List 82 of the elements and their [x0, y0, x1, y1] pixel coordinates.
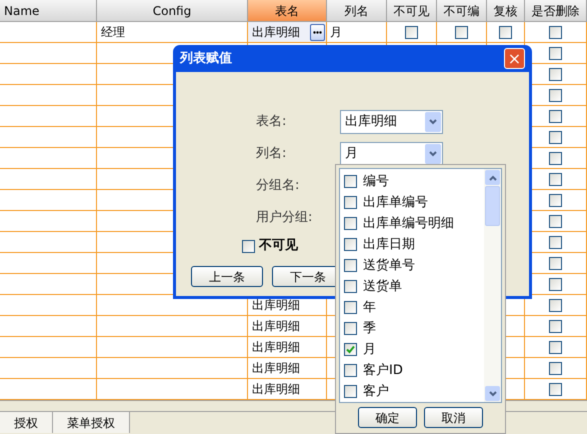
column-header[interactable]: Config: [97, 0, 248, 22]
checkbox[interactable]: [344, 175, 357, 188]
checkbox[interactable]: [405, 26, 418, 38]
checkbox[interactable]: [549, 130, 562, 144]
combo-box[interactable]: 出库明细: [340, 110, 443, 134]
checkbox[interactable]: [549, 320, 562, 332]
cell-text: 出库明细: [252, 297, 300, 314]
ellipsis-button[interactable]: [310, 24, 325, 40]
close-button[interactable]: ×: [504, 48, 525, 69]
checkbox[interactable]: [455, 26, 468, 38]
list-item[interactable]: 送货单号: [363, 256, 415, 276]
checkbox[interactable]: [242, 240, 255, 252]
dialog-button[interactable]: 上一条: [191, 266, 263, 287]
checkbox[interactable]: [549, 88, 562, 102]
checkbox[interactable]: [549, 298, 562, 312]
checkbox[interactable]: [549, 214, 562, 228]
tab[interactable]: 授权: [0, 412, 53, 433]
checkbox[interactable]: [344, 364, 357, 377]
checkbox[interactable]: [344, 238, 357, 251]
cell-text: 出库明细: [252, 318, 300, 335]
column-header[interactable]: Name: [0, 0, 97, 22]
cell-text: 出库明细: [252, 24, 300, 41]
checkbox[interactable]: [549, 152, 562, 164]
column-header[interactable]: 是否删除: [525, 0, 587, 22]
checkbox[interactable]: [344, 196, 357, 209]
combo-box[interactable]: 月: [340, 142, 443, 166]
list-item[interactable]: 月: [363, 340, 376, 360]
table-cell: 月: [327, 22, 387, 43]
checkbox[interactable]: [549, 68, 562, 80]
list-item[interactable]: 编号: [363, 172, 389, 192]
list-item[interactable]: 出库日期: [363, 234, 415, 254]
cell-text: 出库明细: [252, 339, 300, 356]
dropdown-icon: [425, 144, 441, 164]
check-icon: [346, 345, 355, 354]
list-item[interactable]: 出库单编号: [363, 192, 428, 212]
field-label: 表名:: [256, 113, 288, 132]
list-item[interactable]: 季: [363, 318, 376, 338]
checkbox[interactable]: [549, 236, 562, 248]
checkbox[interactable]: [549, 172, 562, 186]
checkbox[interactable]: [344, 343, 357, 356]
cell-text: 出库明细: [252, 381, 300, 398]
scrollbar[interactable]: [484, 169, 501, 402]
list-item[interactable]: 客户: [363, 382, 389, 402]
checkbox[interactable]: [344, 301, 357, 314]
scroll-up-icon[interactable]: [485, 170, 500, 185]
list-item[interactable]: 出库单编号明细: [363, 214, 454, 234]
checkbox[interactable]: [549, 256, 562, 270]
dialog-button[interactable]: 确定: [358, 407, 417, 428]
column-header[interactable]: 不可见: [387, 0, 437, 22]
scroll-down-icon[interactable]: [485, 386, 500, 401]
ellipsis-icon: [313, 30, 322, 34]
checkbox[interactable]: [344, 259, 357, 272]
checkbox[interactable]: [549, 362, 562, 374]
column-header[interactable]: 不可编: [437, 0, 487, 22]
list-item[interactable]: 客户ID: [363, 360, 403, 380]
checkbox[interactable]: [549, 26, 562, 38]
checkbox-label: 不可见: [259, 237, 298, 256]
checkbox[interactable]: [344, 322, 357, 335]
checkbox[interactable]: [344, 385, 357, 398]
column-header[interactable]: 表名: [248, 0, 327, 22]
checkbox[interactable]: [344, 280, 357, 293]
cell-text: 出库明细: [252, 360, 300, 377]
checkbox[interactable]: [549, 278, 562, 290]
checkbox[interactable]: [549, 110, 562, 122]
list-item[interactable]: 年: [363, 298, 376, 318]
checkbox[interactable]: [549, 340, 562, 354]
field-label: 用户分组:: [256, 209, 314, 228]
tab[interactable]: 菜单授权: [53, 412, 130, 433]
checkbox[interactable]: [549, 194, 562, 206]
checkbox[interactable]: [499, 26, 512, 38]
column-header[interactable]: 列名: [327, 0, 387, 22]
list-item[interactable]: 送货单: [363, 276, 402, 296]
scroll-thumb[interactable]: [485, 186, 500, 226]
dialog-button[interactable]: 取消: [424, 407, 483, 428]
dropdown-icon: [425, 112, 441, 132]
field-label: 分组名:: [256, 177, 300, 196]
window-title: 列表赋值: [180, 50, 232, 68]
field-label: 列名:: [256, 145, 288, 164]
column-header[interactable]: 复核: [487, 0, 525, 22]
checkbox[interactable]: [344, 217, 357, 230]
checkbox[interactable]: [549, 382, 562, 396]
checkbox[interactable]: [549, 46, 562, 60]
